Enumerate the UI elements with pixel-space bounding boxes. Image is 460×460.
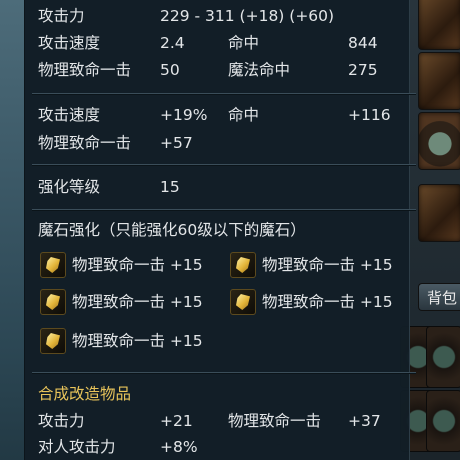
fusion-stat-label: 对人攻击力 (38, 438, 116, 456)
manastone-stat: 物理致命一击 +15 (262, 293, 393, 311)
equipment-slot[interactable] (418, 184, 460, 242)
manastone-icon (230, 289, 256, 315)
bonus-stat-label: 物理致命一击 (38, 134, 132, 152)
section-divider (32, 372, 416, 373)
equipment-slot[interactable] (418, 0, 460, 50)
stat-value: 275 (348, 61, 378, 79)
stat-label: 命中 (228, 34, 260, 52)
bonus-stat-value: +116 (348, 106, 391, 124)
stat-value: 844 (348, 34, 378, 52)
stat-label: 魔法命中 (228, 61, 291, 79)
fusion-stat-value: +21 (160, 412, 193, 430)
bag-tab[interactable]: 背包 (418, 283, 460, 311)
section-divider (32, 209, 416, 210)
manastone-stat: 物理致命一击 +15 (72, 293, 203, 311)
stat-value-attack: 229 - 311 (+18) (+60) (160, 7, 335, 25)
enhance-level-label: 强化等级 (38, 178, 101, 196)
manastone-icon (40, 328, 66, 354)
stat-label: 攻击速度 (38, 34, 101, 52)
manastone-icon (230, 252, 256, 278)
manastone-stat: 物理致命一击 +15 (72, 332, 203, 350)
manastone-stat: 物理致命一击 +15 (262, 256, 393, 274)
bag-slot[interactable] (426, 326, 460, 388)
manastone-icon (40, 252, 66, 278)
bonus-stat-value: +19% (160, 106, 208, 124)
bonus-stat-label: 命中 (228, 106, 260, 124)
equipment-slot[interactable] (418, 52, 460, 110)
manastone-title: 魔石强化（只能强化60级以下的魔石） (38, 221, 306, 239)
section-divider (32, 93, 416, 94)
stat-label: 物理致命一击 (38, 61, 132, 79)
stat-value: 50 (160, 61, 180, 79)
fusion-stat-label: 攻击力 (38, 412, 85, 430)
game-world-background (0, 0, 24, 460)
enhance-level-value: 15 (160, 178, 180, 196)
fusion-title: 合成改造物品 (38, 385, 132, 403)
fusion-stat-value: +37 (348, 412, 381, 430)
fusion-stat-label: 物理致命一击 (228, 412, 322, 430)
fusion-stat-value: +8% (160, 438, 198, 456)
bonus-stat-label: 攻击速度 (38, 106, 101, 124)
bonus-stat-value: +57 (160, 134, 193, 152)
stat-value: 2.4 (160, 34, 185, 52)
section-divider (32, 164, 416, 165)
equipment-slot-ring[interactable] (418, 112, 460, 170)
stat-label-attack: 攻击力 (38, 7, 85, 25)
manastone-stat: 物理致命一击 +15 (72, 256, 203, 274)
manastone-icon (40, 289, 66, 315)
bag-slot[interactable] (426, 390, 460, 452)
